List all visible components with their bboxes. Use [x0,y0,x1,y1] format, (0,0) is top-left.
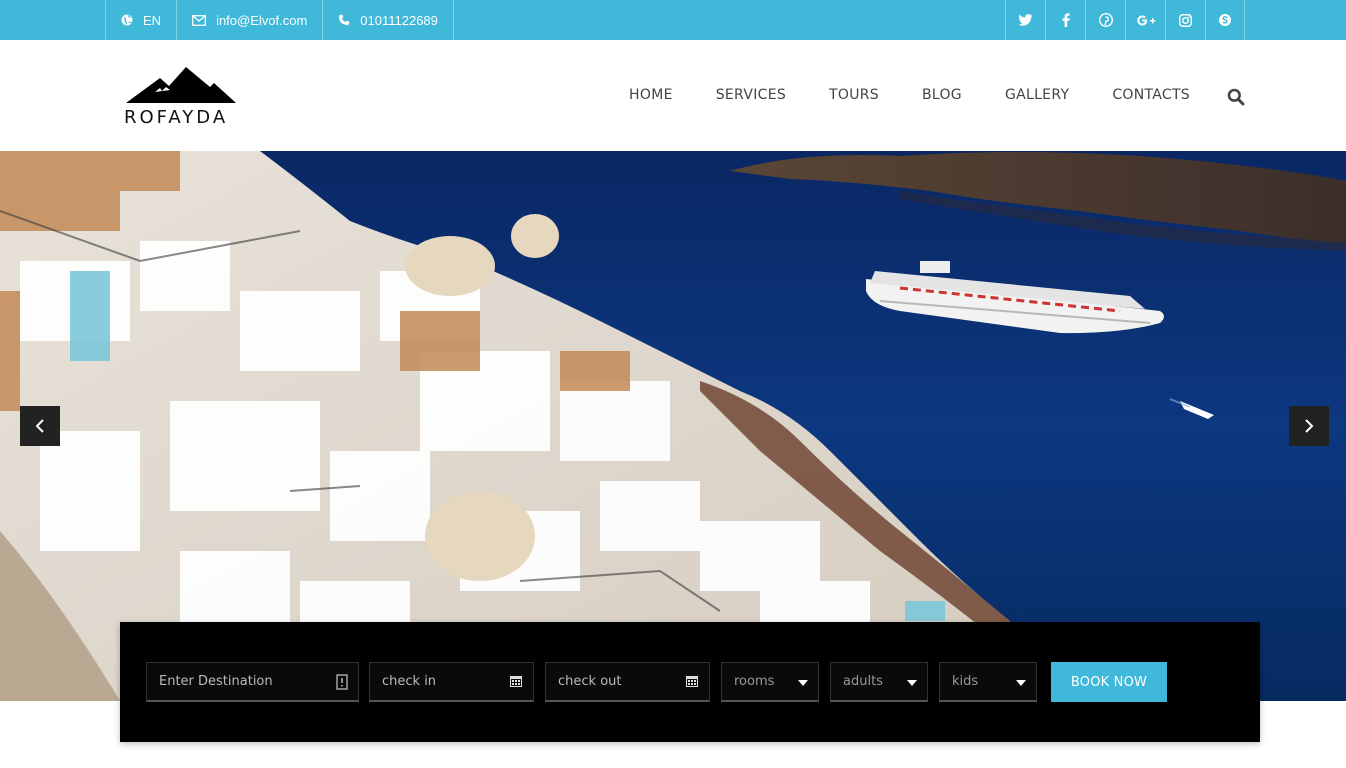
rooms-select[interactable]: rooms [721,662,819,702]
phone-icon [338,14,350,26]
check-out-placeholder: check out [558,674,622,689]
hero-slider [0,151,1346,701]
phone-text: 01011122689 [360,12,438,28]
social-links [1005,0,1245,40]
check-out-input[interactable]: check out [545,662,710,702]
booking-form: Enter Destination check in check out roo… [120,622,1260,742]
chevron-left-icon [35,419,44,433]
nav-home[interactable]: HOME [629,87,673,103]
slider-next-button[interactable] [1289,406,1329,446]
calendar-icon [685,674,699,692]
phone-link[interactable]: 01011122689 [322,0,454,40]
nav-tours[interactable]: TOURS [829,87,879,103]
caret-down-icon [798,680,808,686]
envelope-icon [192,14,207,26]
skype-icon[interactable] [1205,0,1245,40]
book-now-button[interactable]: BOOK NOW [1051,662,1167,702]
mountain-logo-icon [126,67,236,103]
top-bar: EN info@Elvof.com 01011122689 [0,0,1346,40]
site-header: ROFAYDA HOME SERVICES TOURS BLOG GALLERY… [0,40,1346,151]
main-nav: HOME SERVICES TOURS BLOG GALLERY CONTACT… [586,87,1190,103]
destination-input[interactable]: Enter Destination [146,662,359,702]
destination-icon [336,674,348,694]
twitter-icon[interactable] [1005,0,1045,40]
language-selector[interactable]: EN [105,0,176,40]
adults-value: adults [843,674,883,689]
kids-select[interactable]: kids [939,662,1037,702]
destination-placeholder: Enter Destination [159,674,273,689]
nav-blog[interactable]: BLOG [922,87,962,103]
globe-icon [121,14,133,26]
chevron-right-icon [1305,419,1314,433]
pinterest-icon[interactable] [1085,0,1125,40]
nav-services[interactable]: SERVICES [716,87,786,103]
facebook-icon[interactable] [1045,0,1085,40]
email-text: info@Elvof.com [216,12,308,28]
email-link[interactable]: info@Elvof.com [176,0,322,40]
search-icon[interactable] [1227,88,1247,108]
adults-select[interactable]: adults [830,662,928,702]
google-plus-icon[interactable] [1125,0,1165,40]
nav-contacts[interactable]: CONTACTS [1112,87,1190,103]
instagram-icon[interactable] [1165,0,1205,40]
contact-info: EN info@Elvof.com 01011122689 [105,0,454,40]
caret-down-icon [907,680,917,686]
nav-gallery[interactable]: GALLERY [1005,87,1069,103]
calendar-icon [509,674,523,692]
logo-text: ROFAYDA [124,107,229,128]
kids-value: kids [952,674,979,689]
language-label: EN [143,12,162,28]
caret-down-icon [1016,680,1026,686]
check-in-placeholder: check in [382,674,437,689]
slider-prev-button[interactable] [20,406,60,446]
hero-image [0,151,1346,701]
rooms-value: rooms [734,674,775,689]
site-logo[interactable]: ROFAYDA [124,64,239,128]
check-in-input[interactable]: check in [369,662,534,702]
